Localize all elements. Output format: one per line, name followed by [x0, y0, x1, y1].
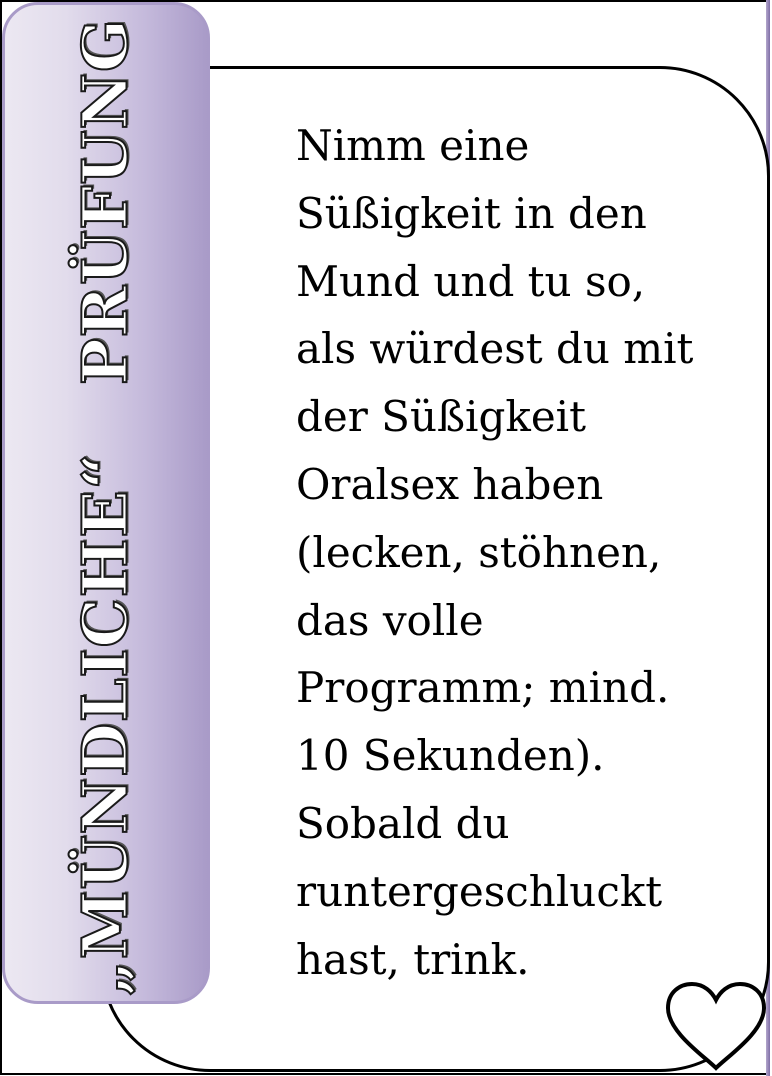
instruction-line: Mund und tu so,: [296, 256, 646, 306]
instruction-line: 10 Sekunden).: [296, 731, 605, 781]
instruction-line: als würdest du mit: [296, 324, 694, 374]
card-title-banner: „MÜNDLICHE“ PRÜFUNG: [2, 2, 210, 1004]
instruction-line: der Süßigkeit: [296, 392, 586, 442]
instruction-line: Nimm eine: [296, 121, 530, 170]
instruction-line: Oralsex haben: [296, 459, 604, 509]
instruction-line: hast, trink.: [296, 934, 530, 984]
instruction-line: das volle: [296, 595, 484, 645]
instruction-line: Süßigkeit in den: [296, 188, 647, 238]
instruction-line: (lecken, stöhnen,: [296, 527, 662, 577]
instruction-line: Programm; mind.: [296, 663, 670, 713]
heart-outline-icon: [665, 981, 767, 1071]
instruction-line: runtergeschluckt: [296, 866, 663, 916]
card-instruction-text: Nimm eine Süßigkeit in den Mund und tu s…: [296, 112, 726, 993]
instruction-line: Sobald du: [296, 798, 510, 848]
card-title: „MÜNDLICHE“ PRÜFUNG: [68, 17, 143, 997]
